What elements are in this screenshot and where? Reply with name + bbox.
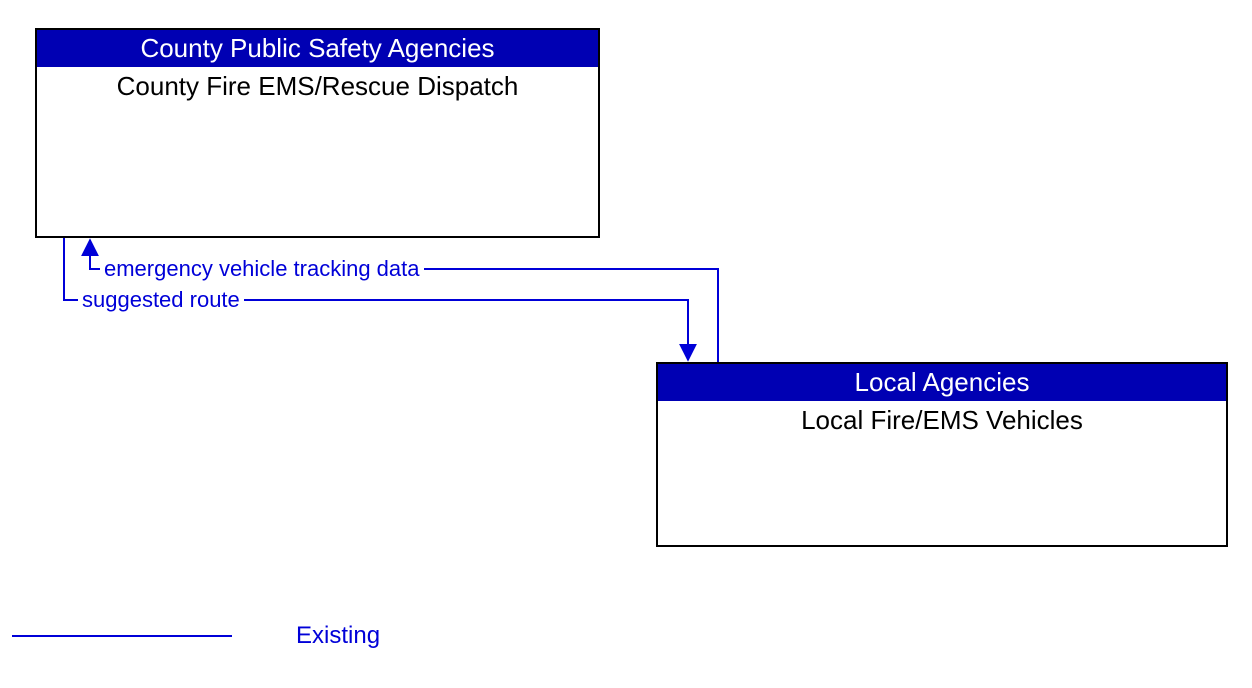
entity-county-dispatch: County Public Safety Agencies County Fir… [35,28,600,238]
legend-label-existing: Existing [296,622,380,650]
entity-local-vehicles: Local Agencies Local Fire/EMS Vehicles [656,362,1228,547]
flow-label-route: suggested route [78,287,244,313]
entity-local-vehicles-header: Local Agencies [658,364,1226,401]
legend-line-existing [12,635,232,637]
entity-local-vehicles-body: Local Fire/EMS Vehicles [658,401,1226,440]
entity-county-dispatch-header: County Public Safety Agencies [37,30,598,67]
flow-label-tracking: emergency vehicle tracking data [100,256,424,282]
entity-county-dispatch-body: County Fire EMS/Rescue Dispatch [37,67,598,106]
